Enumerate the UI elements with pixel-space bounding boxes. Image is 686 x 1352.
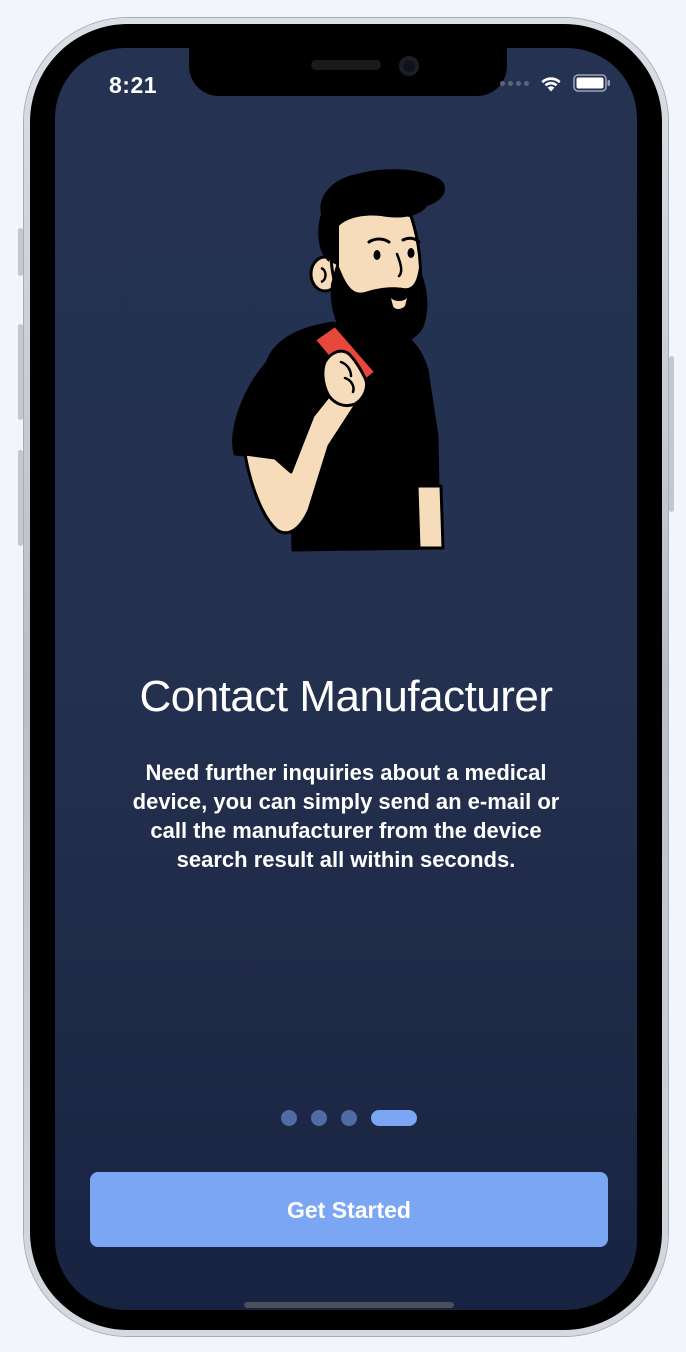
home-indicator[interactable] xyxy=(244,1302,454,1308)
volume-down-button xyxy=(18,450,23,546)
status-bar-time: 8:21 xyxy=(109,72,158,98)
earpiece-speaker xyxy=(311,60,381,70)
notch xyxy=(189,48,507,96)
status-bar-icons xyxy=(500,74,611,92)
volume-up-button xyxy=(18,324,23,420)
bearded-man-holding-phone-illustration xyxy=(232,169,446,552)
page-indicator-dot-1[interactable] xyxy=(281,1110,297,1126)
onboarding-screen: 8:21 Contact Manufacturer Need further i… xyxy=(55,48,637,1310)
page-indicator xyxy=(281,1110,417,1126)
page-title: Contact Manufacturer xyxy=(139,672,553,721)
page-description: Need further inquiries about a medical d… xyxy=(132,760,560,872)
wifi-icon xyxy=(541,77,561,92)
battery-icon xyxy=(573,74,610,92)
front-camera xyxy=(399,56,419,76)
get-started-button[interactable]: Get Started xyxy=(90,1172,608,1247)
cellular-signal-icon xyxy=(500,80,529,86)
silent-switch xyxy=(18,228,23,276)
page-indicator-dot-2[interactable] xyxy=(311,1110,327,1126)
page-indicator-dot-4-active[interactable] xyxy=(371,1110,417,1126)
page-indicator-dot-3[interactable] xyxy=(341,1110,357,1126)
power-button xyxy=(669,356,674,512)
